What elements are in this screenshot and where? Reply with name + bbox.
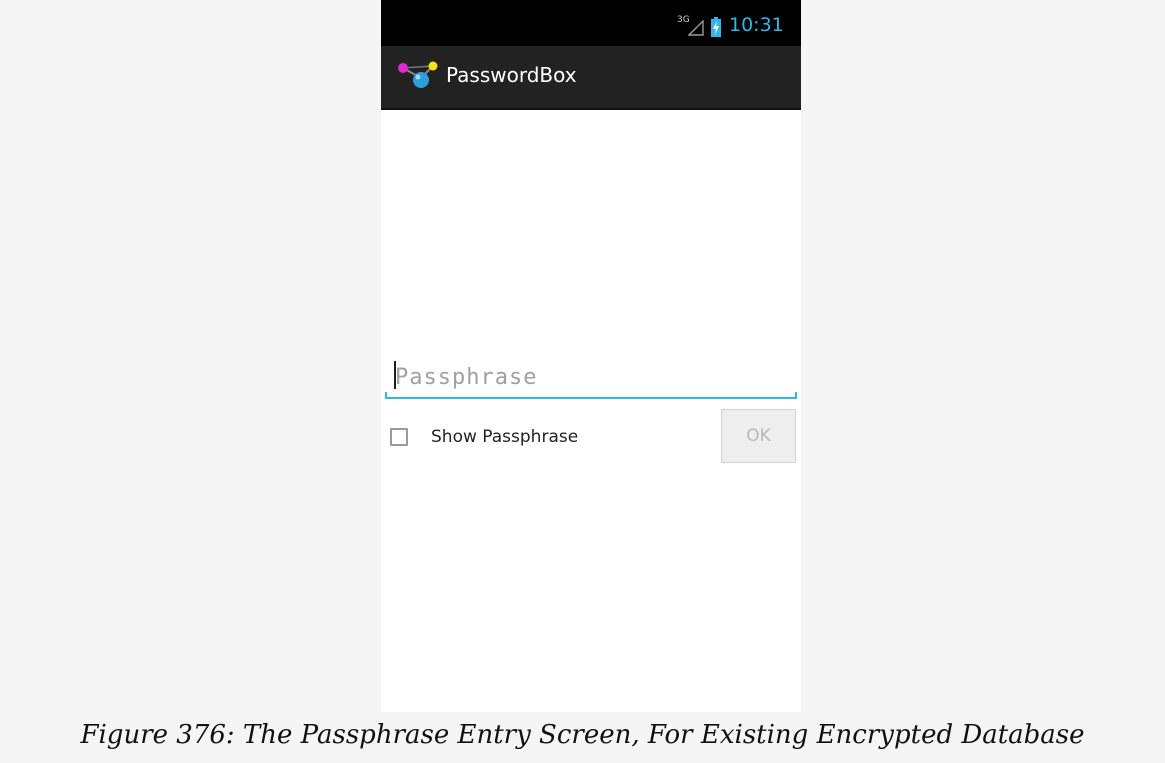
action-bar: PasswordBox — [381, 46, 801, 110]
show-passphrase-label[interactable]: Show Passphrase — [431, 427, 578, 447]
passphrase-underline — [385, 397, 797, 399]
passphrase-input[interactable] — [385, 358, 797, 396]
phone-screen: 3G 10:31 PasswordBox Show Passphrase OK — [381, 0, 801, 712]
show-passphrase-checkbox-row[interactable]: Show Passphrase — [390, 424, 578, 450]
molecule-app-icon[interactable] — [397, 59, 443, 95]
battery-charging-icon — [711, 17, 721, 37]
status-clock: 10:31 — [729, 14, 784, 36]
show-passphrase-checkbox[interactable] — [390, 428, 408, 446]
text-cursor — [394, 361, 396, 389]
underline-right-tick — [795, 392, 797, 399]
figure-caption: Figure 376: The Passphrase Entry Screen,… — [80, 720, 1085, 750]
underline-left-tick — [385, 392, 387, 399]
app-title: PasswordBox — [446, 63, 577, 87]
signal-icon — [688, 20, 704, 36]
ok-button[interactable]: OK — [721, 409, 796, 463]
status-bar: 3G 10:31 — [381, 0, 801, 46]
